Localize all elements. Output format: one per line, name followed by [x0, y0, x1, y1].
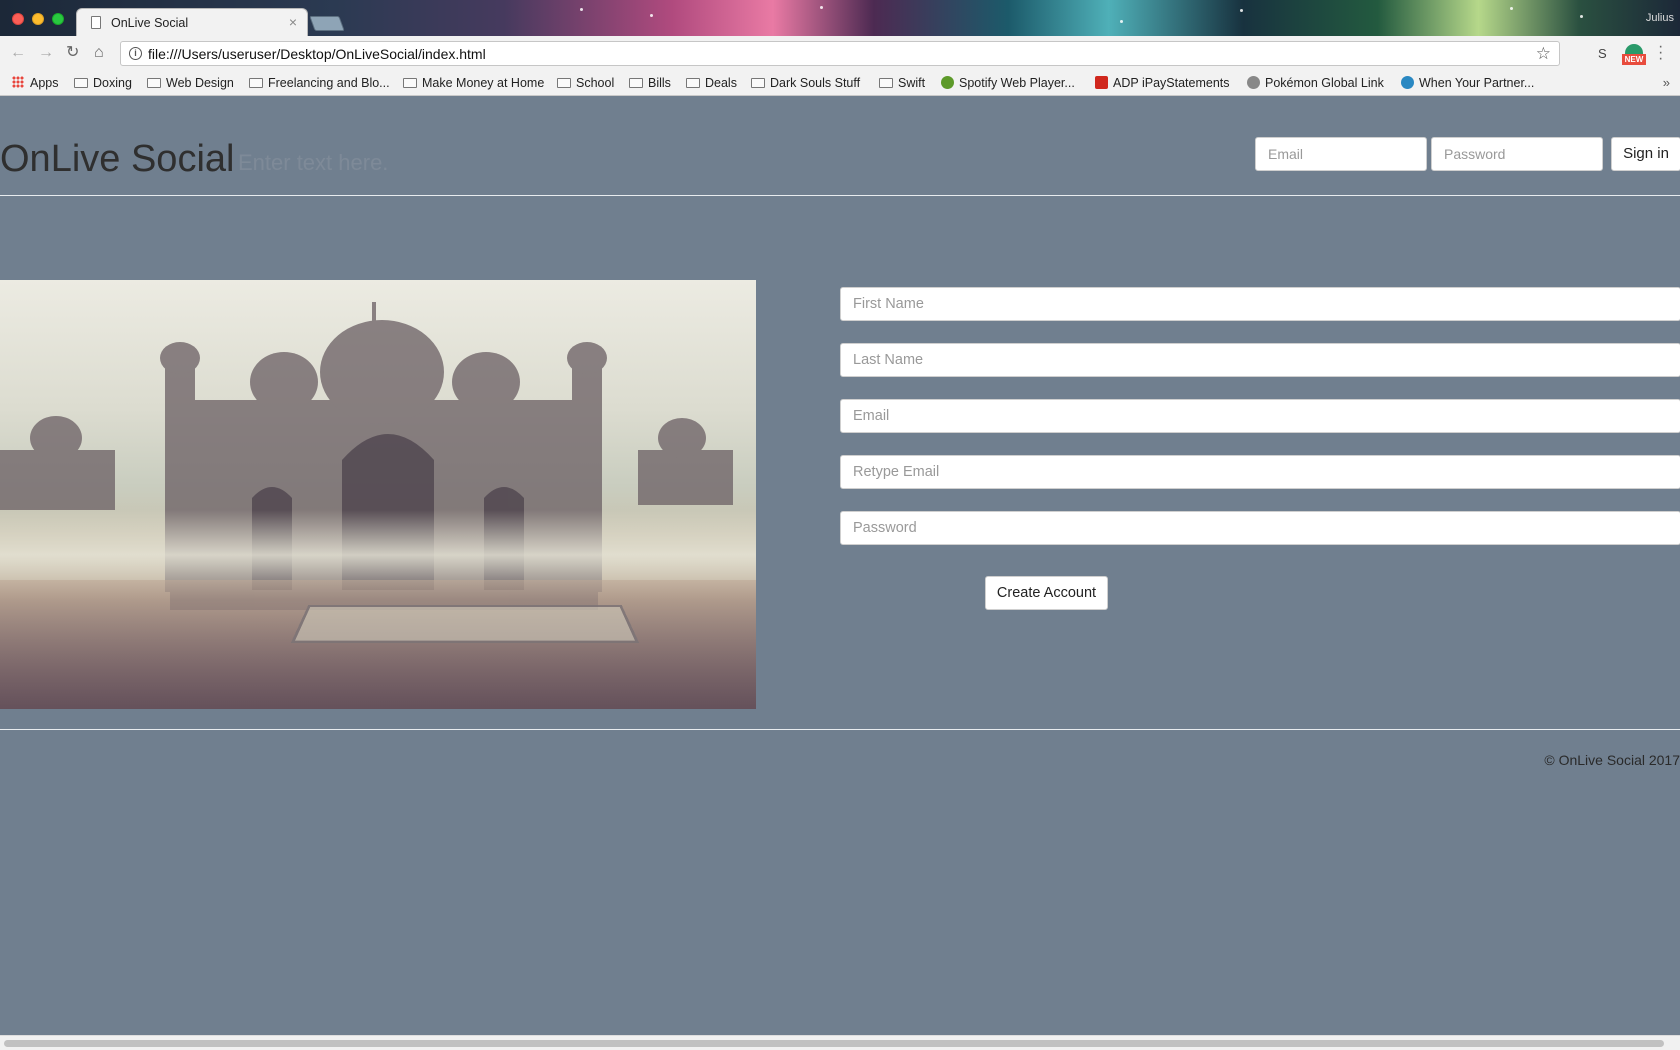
last-name-input[interactable] [840, 343, 1680, 377]
tab-title: OnLive Social [111, 16, 189, 30]
header-divider [0, 195, 1680, 196]
footer-copyright: © OnLive Social 2017 [1544, 752, 1680, 768]
reflecting-pool [290, 604, 640, 644]
horizontal-scrollbar[interactable] [0, 1035, 1680, 1050]
first-name-input[interactable] [840, 287, 1680, 321]
folder-icon [686, 78, 700, 88]
bookmark-spotify[interactable]: Spotify Web Player... [941, 76, 1075, 90]
signin-button[interactable]: Sign in [1611, 137, 1680, 171]
hero-image [0, 280, 756, 709]
bookmark-doxing[interactable]: Doxing [74, 76, 132, 90]
spotify-icon [941, 76, 954, 89]
bookmark-wordpress[interactable]: When Your Partner... [1401, 76, 1534, 90]
bookmark-apps[interactable]: Apps [12, 76, 59, 90]
create-account-button[interactable]: Create Account [985, 576, 1108, 610]
info-icon[interactable]: i [129, 47, 142, 60]
profile-name[interactable]: Julius [1646, 12, 1674, 24]
window-titlebar: OnLive Social × Julius [0, 0, 1680, 36]
apps-grid-icon [12, 76, 24, 88]
folder-icon [147, 78, 161, 88]
scrollbar-thumb[interactable] [4, 1040, 1664, 1047]
extension-new-badge: NEW [1622, 54, 1646, 65]
browser-menu-icon[interactable]: · · · [1658, 39, 1663, 67]
site-tagline: Enter text here. [238, 150, 389, 175]
address-bar[interactable]: i file:///Users/useruser/Desktop/OnLiveS… [120, 41, 1560, 66]
bookmark-deals[interactable]: Deals [686, 76, 737, 90]
forward-arrow-icon[interactable]: → [38, 44, 54, 62]
bookmarks-overflow-icon[interactable]: » [1663, 75, 1670, 90]
window-close-button[interactable] [12, 13, 24, 25]
folder-icon [249, 78, 263, 88]
document-icon [91, 16, 101, 29]
reload-icon[interactable]: ↻ [66, 44, 79, 62]
bookmark-dark-souls[interactable]: Dark Souls Stuff [751, 76, 860, 90]
extension-new-icon[interactable]: NEW [1622, 44, 1646, 66]
bookmark-freelancing[interactable]: Freelancing and Blo... [249, 76, 390, 90]
browser-toolbar: ← → ↻ ⌂ i file:///Users/useruser/Desktop… [0, 36, 1680, 71]
courtyard-floor [0, 580, 756, 709]
back-arrow-icon[interactable]: ← [10, 44, 26, 62]
bookmark-pokemon[interactable]: Pokémon Global Link [1247, 76, 1384, 90]
new-tab-button[interactable] [309, 16, 345, 31]
retype-email-input[interactable] [840, 455, 1680, 489]
signup-email-input[interactable] [840, 399, 1680, 433]
tab-close-icon[interactable]: × [289, 14, 297, 30]
bookmarks-bar: Apps Doxing Web Design Freelancing and B… [0, 71, 1680, 96]
site-title: OnLive Social [0, 138, 235, 180]
folder-icon [74, 78, 88, 88]
signup-password-input[interactable] [840, 511, 1680, 545]
signin-email-input[interactable] [1255, 137, 1427, 171]
url-text[interactable]: file:///Users/useruser/Desktop/OnLiveSoc… [148, 46, 486, 62]
folder-icon [879, 78, 893, 88]
folder-icon [557, 78, 571, 88]
folder-icon [629, 78, 643, 88]
bookmark-swift[interactable]: Swift [879, 76, 925, 90]
bookmark-web-design[interactable]: Web Design [147, 76, 234, 90]
pokeball-icon [1247, 76, 1260, 89]
folder-icon [403, 78, 417, 88]
adp-icon [1095, 76, 1108, 89]
bookmark-adp[interactable]: ADP iPayStatements [1095, 76, 1230, 90]
bookmark-bills[interactable]: Bills [629, 76, 671, 90]
window-minimize-button[interactable] [32, 13, 44, 25]
browser-tab[interactable]: OnLive Social × [76, 8, 308, 36]
folder-icon [751, 78, 765, 88]
wordpress-icon [1401, 76, 1414, 89]
footer-divider [0, 729, 1680, 730]
home-icon[interactable]: ⌂ [94, 44, 104, 62]
window-maximize-button[interactable] [52, 13, 64, 25]
extension-s-icon[interactable]: S [1598, 46, 1607, 61]
bookmark-star-icon[interactable]: ☆ [1536, 44, 1551, 64]
bookmark-make-money[interactable]: Make Money at Home [403, 76, 544, 90]
bookmark-school[interactable]: School [557, 76, 614, 90]
signin-password-input[interactable] [1431, 137, 1603, 171]
